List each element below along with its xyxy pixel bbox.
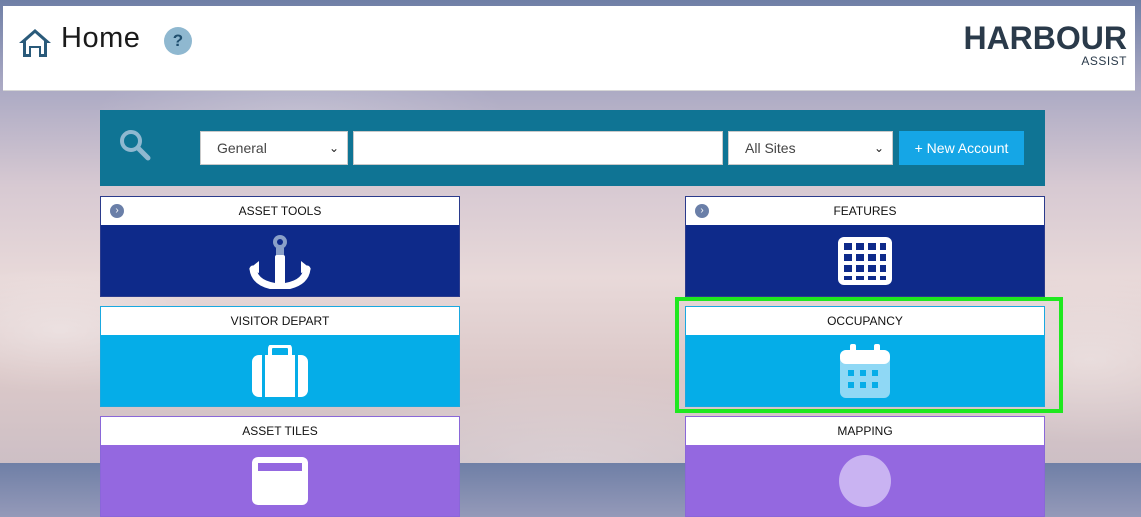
tile-header: › ASSET TOOLS — [101, 197, 459, 225]
tile-occupancy[interactable]: OCCUPANCY — [685, 306, 1045, 407]
tiles-icon — [252, 456, 308, 505]
tile-header: › FEATURES — [686, 197, 1044, 225]
tile-body[interactable] — [686, 225, 1044, 296]
search-icon[interactable] — [118, 128, 152, 162]
search-bar: General ⌄ All Sites ⌄ + New Account — [100, 110, 1045, 186]
page-title: Home — [61, 22, 141, 54]
expand-arrow-icon[interactable]: › — [695, 204, 709, 218]
calendar-icon — [840, 343, 890, 398]
tile-label: OCCUPANCY — [827, 314, 903, 328]
tile-header: MAPPING — [686, 417, 1044, 445]
expand-arrow-icon[interactable]: › — [110, 204, 124, 218]
tile-label: FEATURES — [833, 204, 897, 218]
tile-body[interactable] — [101, 335, 459, 406]
app-header: Home ? HARBOUR ASSIST — [3, 6, 1135, 91]
suitcase-icon — [252, 344, 308, 397]
tile-body[interactable] — [686, 335, 1044, 406]
tile-body[interactable] — [101, 225, 459, 296]
tile-label: ASSET TOOLS — [238, 204, 322, 218]
logo-sub-text: ASSIST — [1081, 54, 1127, 68]
tile-label: MAPPING — [837, 424, 893, 438]
tile-body[interactable] — [101, 445, 459, 516]
search-type-select[interactable]: General ⌄ — [200, 131, 348, 165]
harbour-assist-logo: HARBOUR ASSIST — [957, 20, 1127, 70]
map-icon — [839, 454, 891, 507]
site-select[interactable]: All Sites ⌄ — [728, 131, 893, 165]
search-type-value: General — [217, 140, 267, 156]
search-input[interactable] — [353, 131, 723, 165]
help-button[interactable]: ? — [164, 27, 192, 55]
tile-mapping[interactable]: MAPPING — [685, 416, 1045, 517]
tile-label: VISITOR DEPART — [230, 314, 330, 328]
anchor-icon — [249, 234, 311, 289]
tile-header: VISITOR DEPART — [101, 307, 459, 335]
tile-header: ASSET TILES — [101, 417, 459, 445]
logo-main-text: HARBOUR — [963, 20, 1127, 56]
tile-header: OCCUPANCY — [686, 307, 1044, 335]
tile-asset-tools[interactable]: › ASSET TOOLS — [100, 196, 460, 297]
tile-body[interactable] — [686, 445, 1044, 516]
chevron-down-icon: ⌄ — [328, 141, 339, 155]
tile-label: ASSET TILES — [242, 424, 318, 438]
grid-icon — [838, 236, 892, 285]
tile-visitor-depart[interactable]: VISITOR DEPART — [100, 306, 460, 407]
site-select-value: All Sites — [745, 140, 796, 156]
tile-asset-tiles[interactable]: ASSET TILES — [100, 416, 460, 517]
home-icon[interactable] — [17, 26, 53, 60]
new-account-button[interactable]: + New Account — [899, 131, 1024, 165]
tile-features[interactable]: › FEATURES — [685, 196, 1045, 297]
chevron-down-icon: ⌄ — [873, 141, 884, 155]
